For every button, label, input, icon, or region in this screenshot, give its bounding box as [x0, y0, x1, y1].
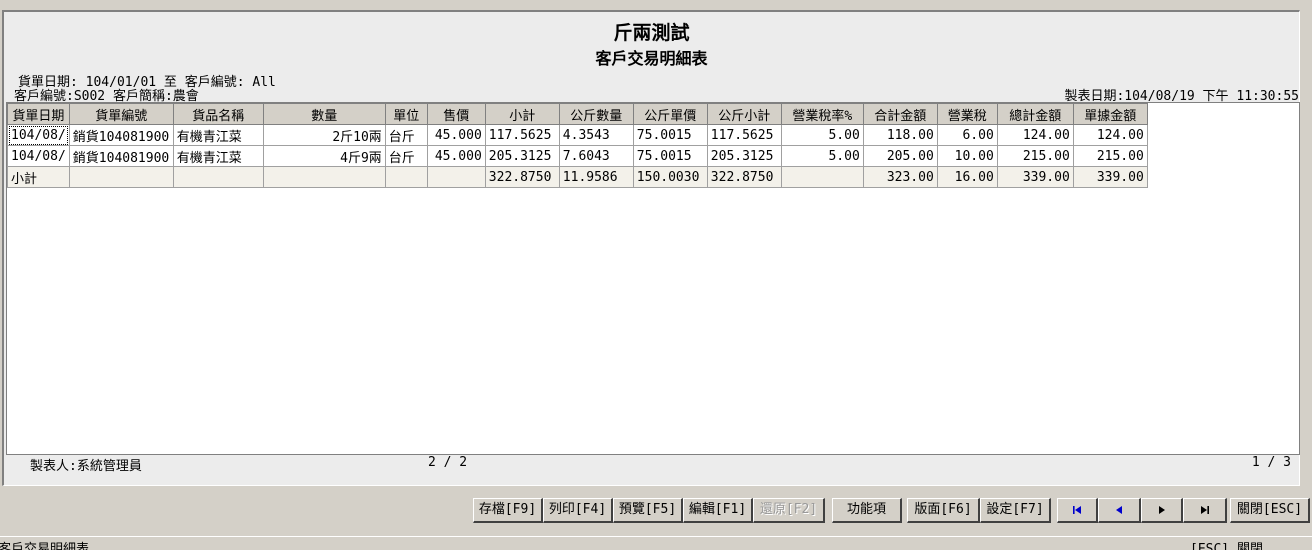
col-header[interactable]: 貨單編號 [68, 103, 174, 125]
last-page-icon [1200, 505, 1209, 514]
col-header[interactable]: 小計 [484, 103, 560, 125]
col-header[interactable]: 數量 [262, 103, 386, 125]
print-button[interactable]: 列印[F4] [543, 498, 613, 523]
col-header[interactable]: 營業稅率% [780, 103, 864, 125]
col-header[interactable]: 總計金額 [996, 103, 1074, 125]
status-text: 客戶交易明細表 [0, 542, 90, 550]
status-bar: 客戶交易明細表 [ESC] 關閉 [0, 536, 1312, 550]
next-page-icon [1158, 505, 1165, 514]
cell[interactable] [780, 166, 864, 188]
cell[interactable]: 75.0015 [632, 145, 708, 167]
col-header[interactable]: 售價 [426, 103, 486, 125]
edit-button[interactable]: 編輯[F1] [683, 498, 753, 523]
cell[interactable]: 4.3543 [558, 124, 634, 146]
cell[interactable]: 322.8750 [484, 166, 560, 188]
preview-button[interactable]: 預覽[F5] [613, 498, 683, 523]
cell[interactable]: 45.000 [426, 145, 486, 167]
cell[interactable]: 4斤9兩 [262, 145, 386, 167]
report-grid[interactable]: 貨單日期 貨單編號 貨品名稱 數量 單位 售價 小計 公斤數量 公斤單價 公斤小… [6, 102, 1300, 455]
cell[interactable]: 有機青江菜 [172, 124, 264, 146]
cell[interactable]: 2斤10兩 [262, 124, 386, 146]
cell[interactable]: 205.3125 [706, 145, 782, 167]
page-indicator: 2 / 2 [428, 455, 468, 470]
cell[interactable]: 215.00 [996, 145, 1074, 167]
layout-button[interactable]: 版面[F6] [907, 498, 980, 523]
status-hint: [ESC] 關閉 [1190, 542, 1263, 550]
cell[interactable]: 小計 [7, 166, 70, 188]
functions-button[interactable]: 功能項 [832, 498, 902, 523]
col-header[interactable]: 合計金額 [862, 103, 938, 125]
cell[interactable]: 124.00 [996, 124, 1074, 146]
cell[interactable]: 7.6043 [558, 145, 634, 167]
next-page-button[interactable] [1141, 498, 1183, 523]
cell[interactable]: 11.9586 [558, 166, 634, 188]
cell[interactable] [262, 166, 386, 188]
cell[interactable] [384, 166, 428, 188]
cell[interactable]: 215.00 [1072, 145, 1148, 167]
last-page-button[interactable] [1183, 498, 1227, 523]
cell[interactable]: 124.00 [1072, 124, 1148, 146]
col-header[interactable]: 公斤小計 [706, 103, 782, 125]
col-header[interactable]: 公斤數量 [558, 103, 634, 125]
page-indicator-right: 1 / 3 [1251, 455, 1291, 470]
report-title: 斤兩測試 [613, 22, 690, 44]
detail-table: 貨單日期 貨單編號 貨品名稱 數量 單位 售價 小計 公斤數量 公斤單價 公斤小… [7, 103, 1148, 188]
cell[interactable]: 323.00 [862, 166, 938, 188]
col-header[interactable]: 貨單日期 [7, 103, 70, 125]
cell[interactable]: 10.00 [936, 145, 998, 167]
cell[interactable]: 5.00 [780, 145, 864, 167]
cell[interactable] [172, 166, 264, 188]
cell[interactable]: 台斤 [384, 145, 428, 167]
cell[interactable]: 有機青江菜 [172, 145, 264, 167]
cell[interactable]: 104/08/ [7, 124, 70, 146]
cell[interactable]: 339.00 [996, 166, 1074, 188]
restore-button[interactable]: 還原[F2] [753, 498, 825, 523]
col-header[interactable]: 貨品名稱 [172, 103, 264, 125]
cell[interactable]: 104/08/ [7, 145, 70, 167]
prev-page-icon [1116, 505, 1122, 514]
report-frame: 斤兩測試 客戶交易明細表 貨單日期: 104/01/01 至 客戶編號: All… [2, 10, 1300, 486]
report-subtitle: 客戶交易明細表 [595, 49, 708, 68]
cell[interactable]: 45.000 [426, 124, 486, 146]
table-row[interactable]: 104/08/ 銷貨104081900 有機青江菜 2斤10兩 台斤 45.00… [7, 124, 1148, 146]
cell[interactable] [426, 166, 486, 188]
save-button[interactable]: 存檔[F9] [473, 498, 543, 523]
report-maker: 製表人:系統管理員 [30, 459, 142, 474]
cell[interactable]: 117.5625 [484, 124, 560, 146]
col-header[interactable]: 單位 [384, 103, 428, 125]
cell[interactable]: 台斤 [384, 124, 428, 146]
cell[interactable]: 118.00 [862, 124, 938, 146]
cell[interactable] [68, 166, 174, 188]
cell[interactable]: 16.00 [936, 166, 998, 188]
subtotal-row[interactable]: 小計 322.8750 11.9586 150.0030 322.8750 32… [7, 166, 1148, 188]
prev-page-button[interactable] [1098, 498, 1141, 523]
first-page-button[interactable] [1057, 498, 1098, 523]
col-header[interactable]: 營業稅 [936, 103, 998, 125]
cell[interactable]: 117.5625 [706, 124, 782, 146]
cell[interactable]: 322.8750 [706, 166, 782, 188]
table-header-row: 貨單日期 貨單編號 貨品名稱 數量 單位 售價 小計 公斤數量 公斤單價 公斤小… [7, 103, 1148, 125]
col-header[interactable]: 單據金額 [1072, 103, 1148, 125]
cell[interactable]: 150.0030 [632, 166, 708, 188]
cell[interactable]: 205.3125 [484, 145, 560, 167]
col-header[interactable]: 公斤單價 [632, 103, 708, 125]
settings-button[interactable]: 設定[F7] [980, 498, 1051, 523]
cell[interactable]: 6.00 [936, 124, 998, 146]
first-page-icon [1073, 505, 1081, 514]
cell[interactable]: 銷貨104081900 [68, 145, 174, 167]
cell[interactable]: 銷貨104081900 [68, 124, 174, 146]
table-row[interactable]: 104/08/ 銷貨104081900 有機青江菜 4斤9兩 台斤 45.000… [7, 145, 1148, 167]
close-button[interactable]: 關閉[ESC] [1230, 498, 1310, 523]
cell[interactable]: 339.00 [1072, 166, 1148, 188]
cell[interactable]: 75.0015 [632, 124, 708, 146]
cell[interactable]: 5.00 [780, 124, 864, 146]
cell[interactable]: 205.00 [862, 145, 938, 167]
